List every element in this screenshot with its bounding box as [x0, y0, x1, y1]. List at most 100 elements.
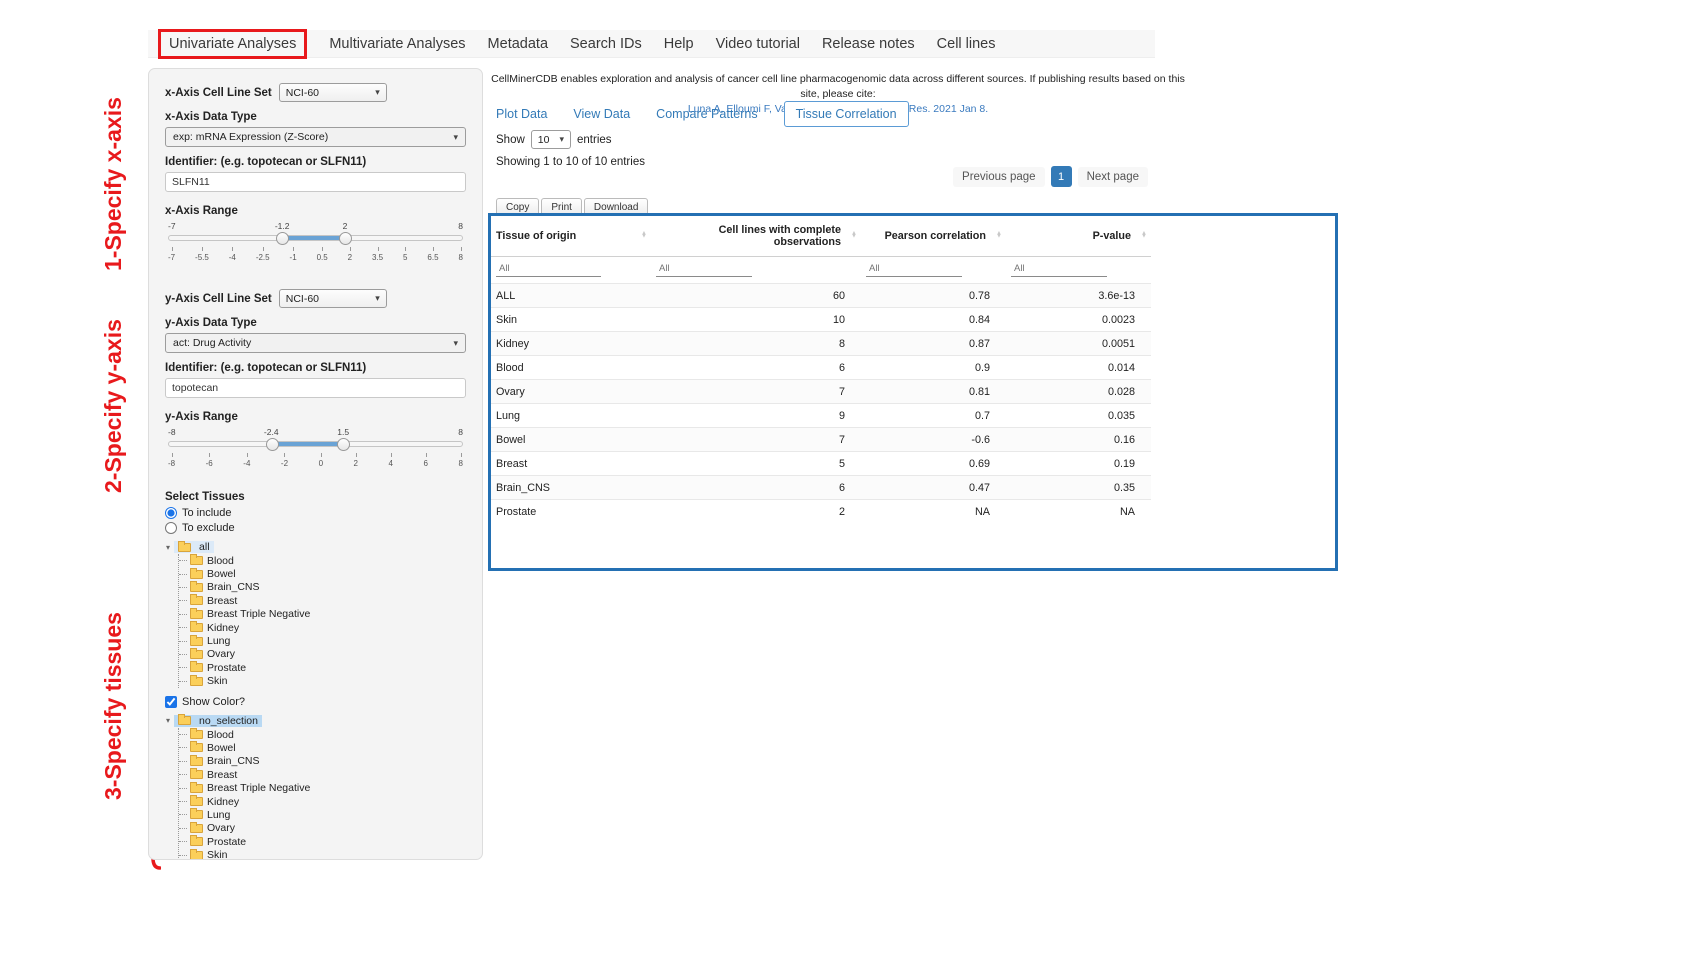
y-range-high-handle[interactable]: [337, 438, 350, 451]
nav-search-ids[interactable]: Search IDs: [570, 36, 642, 52]
tree-item-label: Blood: [207, 555, 234, 567]
tree-item[interactable]: Kidney: [179, 795, 466, 808]
col-header-tissue[interactable]: Tissue of origin ▲▼: [491, 216, 651, 257]
table-row[interactable]: Breast50.690.19: [491, 452, 1151, 476]
nav-video-tutorial[interactable]: Video tutorial: [716, 36, 800, 52]
filter-cell-lines-input[interactable]: [656, 261, 752, 277]
nav-cell-lines[interactable]: Cell lines: [937, 36, 996, 52]
cell-tissue: Bowel: [491, 428, 651, 452]
tree-item-label: Skin: [207, 849, 227, 860]
page-number-button[interactable]: 1: [1051, 166, 1072, 187]
previous-page-button[interactable]: Previous page: [953, 167, 1045, 187]
include-tree-root-all[interactable]: ▾ all: [165, 540, 219, 554]
tree-item[interactable]: Lung: [179, 634, 466, 647]
table-row[interactable]: Bowel7-0.60.16: [491, 428, 1151, 452]
nav-univariate-analyses[interactable]: Univariate Analyses: [158, 29, 307, 59]
radio-to-include[interactable]: [165, 507, 177, 519]
y-range-low-handle[interactable]: [266, 438, 279, 451]
table-row[interactable]: Brain_CNS60.470.35: [491, 476, 1151, 500]
tree-item[interactable]: Breast Triple Negative: [179, 608, 466, 621]
nav-metadata[interactable]: Metadata: [488, 36, 548, 52]
x-range-high-label: 2: [343, 221, 348, 231]
tab-tissue-correlation[interactable]: Tissue Correlation: [784, 101, 909, 127]
table-row[interactable]: Lung90.70.035: [491, 404, 1151, 428]
table-row[interactable]: ALL600.783.6e-13: [491, 284, 1151, 308]
tick-label: 2: [354, 453, 358, 468]
tree-item[interactable]: Bowel: [179, 741, 466, 754]
x-range-high-handle[interactable]: [339, 232, 352, 245]
x-slider-fill: [282, 236, 344, 240]
show-color-checkbox-row[interactable]: Show Color?: [165, 696, 466, 708]
folder-icon: [190, 743, 203, 752]
nav-release-notes[interactable]: Release notes: [822, 36, 915, 52]
nav-help[interactable]: Help: [664, 36, 694, 52]
folder-icon: [178, 543, 191, 552]
tab-compare-patterns[interactable]: Compare Patterns: [656, 107, 757, 121]
tree-item[interactable]: Breast: [179, 768, 466, 781]
table-row[interactable]: Skin100.840.0023: [491, 308, 1151, 332]
x-data-type-value: exp: mRNA Expression (Z-Score): [173, 131, 328, 143]
tree-item[interactable]: Ovary: [179, 648, 466, 661]
x-range-low-handle[interactable]: [276, 232, 289, 245]
filter-pvalue-input[interactable]: [1011, 261, 1107, 277]
tree-item[interactable]: Ovary: [179, 822, 466, 835]
x-identifier-input[interactable]: [165, 172, 466, 192]
tree-item[interactable]: Prostate: [179, 835, 466, 848]
table-row[interactable]: Ovary70.810.028: [491, 380, 1151, 404]
col-header-pvalue[interactable]: P-value ▲▼: [1006, 216, 1151, 257]
cell-count: 6: [651, 476, 861, 500]
entries-select[interactable]: 10 ▾: [531, 130, 571, 149]
show-color-checkbox[interactable]: [165, 696, 177, 708]
tree-item[interactable]: Blood: [179, 554, 466, 567]
table-row[interactable]: Blood60.90.014: [491, 356, 1151, 380]
tree-item[interactable]: Breast Triple Negative: [179, 781, 466, 794]
show-entries-row: Show 10 ▾ entries: [496, 130, 612, 149]
filter-tissue-input[interactable]: [496, 261, 601, 277]
x-data-type-select[interactable]: exp: mRNA Expression (Z-Score) ▾: [165, 127, 466, 147]
x-range-slider[interactable]: -7 -1.2 2 8 -7 -5.5 -4 -2.5 -1 0.5 2 3.5…: [168, 221, 463, 267]
col-header-pearson[interactable]: Pearson correlation ▲▼: [861, 216, 1006, 257]
folder-icon: [190, 757, 203, 766]
cell-tissue: Lung: [491, 404, 651, 428]
control-panel: x-Axis Cell Line Set NCI-60 ▾ x-Axis Dat…: [148, 68, 483, 860]
folder-icon: [190, 596, 203, 605]
x-range-label: x-Axis Range: [165, 205, 466, 217]
y-range-slider[interactable]: -8 -2.4 1.5 8 -8 -6 -4 -2 0 2 4 6 8: [168, 427, 463, 473]
tree-item[interactable]: Prostate: [179, 661, 466, 674]
tree-item[interactable]: Blood: [179, 728, 466, 741]
table-row[interactable]: Prostate2NANA: [491, 500, 1151, 524]
cell-tissue: Blood: [491, 356, 651, 380]
tree-item[interactable]: Brain_CNS: [179, 581, 466, 594]
y-cell-line-set-select[interactable]: NCI-60 ▾: [279, 289, 387, 308]
cell-pvalue: 0.16: [1006, 428, 1151, 452]
color-tree-root-no-selection[interactable]: ▾ no_selection: [165, 714, 267, 728]
table-row[interactable]: Kidney80.870.0051: [491, 332, 1151, 356]
cell-pearson: -0.6: [861, 428, 1006, 452]
tree-item[interactable]: Skin: [179, 675, 466, 688]
tree-item[interactable]: Kidney: [179, 621, 466, 634]
tissue-exclude-radio[interactable]: To exclude: [165, 522, 466, 534]
tree-item[interactable]: Skin: [179, 848, 466, 860]
col-header-cell-lines[interactable]: Cell lines with complete observations ▲▼: [651, 216, 861, 257]
y-identifier-label: Identifier: (e.g. topotecan or SLFN11): [165, 362, 466, 374]
next-page-button[interactable]: Next page: [1078, 167, 1148, 187]
tab-view-data[interactable]: View Data: [573, 107, 630, 121]
result-tabs: Plot Data View Data Compare Patterns Tis…: [496, 101, 909, 127]
cell-count: 2: [651, 500, 861, 524]
tree-item-label: Ovary: [207, 648, 235, 660]
y-identifier-input[interactable]: [165, 378, 466, 398]
tree-root-label: all: [199, 541, 210, 553]
tree-item[interactable]: Bowel: [179, 567, 466, 580]
tissue-include-radio[interactable]: To include: [165, 507, 466, 519]
tree-item[interactable]: Lung: [179, 808, 466, 821]
radio-to-exclude[interactable]: [165, 522, 177, 534]
y-data-type-select[interactable]: act: Drug Activity ▾: [165, 333, 466, 353]
filter-pearson-input[interactable]: [866, 261, 962, 277]
folder-icon: [190, 583, 203, 592]
x-cell-line-set-select[interactable]: NCI-60 ▾: [279, 83, 387, 102]
tree-item[interactable]: Breast: [179, 594, 466, 607]
tab-plot-data[interactable]: Plot Data: [496, 107, 547, 121]
nav-multivariate-analyses[interactable]: Multivariate Analyses: [329, 36, 465, 52]
tree-item[interactable]: Brain_CNS: [179, 755, 466, 768]
x-range-max-label: 8: [458, 221, 463, 231]
